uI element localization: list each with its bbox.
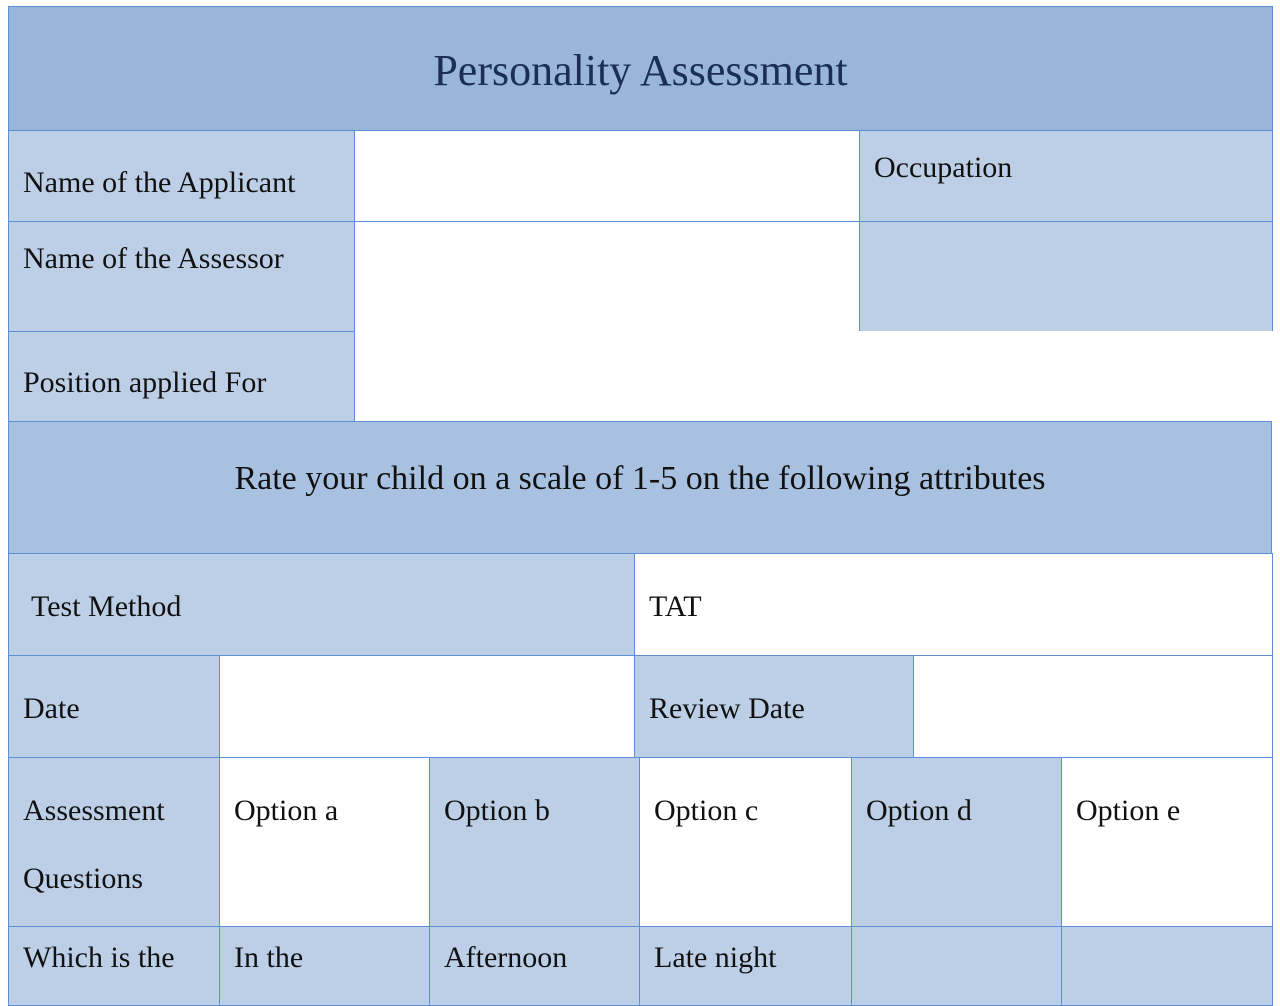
occupation-value-cell	[859, 221, 1273, 332]
option-d-header: Option d	[851, 757, 1062, 927]
form-header: Personality Assessment	[8, 6, 1273, 131]
questions-header-label-cell: Assessment Questions	[8, 757, 220, 927]
answer-d-cell[interactable]	[851, 926, 1062, 1006]
option-c-header: Option c	[639, 757, 852, 927]
applicant-field-cell	[354, 130, 860, 222]
section-title: Rate your child on a scale of 1-5 on the…	[234, 460, 1046, 497]
occupation-input[interactable]	[860, 222, 1272, 331]
test-method-value-cell: TAT	[634, 553, 1273, 656]
position-label-cell: Position applied For	[8, 331, 355, 422]
form-title: Personality Assessment	[433, 46, 848, 95]
option-c-label: Option c	[654, 794, 759, 827]
review-date-input[interactable]	[914, 656, 1272, 757]
answer-a-text: In the	[234, 941, 304, 974]
option-a-header: Option a	[219, 757, 430, 927]
occupation-label: Occupation	[874, 151, 1013, 184]
option-d-label: Option d	[866, 794, 972, 827]
applicant-label: Name of the Applicant	[23, 166, 296, 199]
option-b-label: Option b	[444, 794, 550, 827]
review-date-field-cell	[913, 655, 1273, 758]
applicant-name-input[interactable]	[355, 131, 859, 221]
assessor-field-cell	[354, 221, 860, 332]
question-text: Which is the	[23, 941, 175, 974]
date-label: Date	[23, 692, 80, 725]
date-field-cell	[219, 655, 635, 758]
option-b-header: Option b	[429, 757, 640, 927]
review-date-label: Review Date	[649, 692, 805, 725]
test-method-label-cell: Test Method	[8, 553, 635, 656]
assessor-label: Name of the Assessor	[23, 242, 284, 275]
answer-e-cell[interactable]	[1061, 926, 1273, 1006]
date-label-cell: Date	[8, 655, 220, 758]
assessor-name-input[interactable]	[355, 222, 859, 331]
questions-header-line1: Assessment	[23, 794, 165, 827]
position-label: Position applied For	[23, 366, 267, 399]
test-method-value: TAT	[649, 590, 702, 623]
option-e-header: Option e	[1061, 757, 1273, 927]
position-field-cell	[354, 331, 1273, 422]
option-a-label: Option a	[234, 794, 339, 827]
answer-c-text: Late night	[654, 941, 777, 974]
answer-c-cell[interactable]: Late night	[639, 926, 852, 1006]
answer-b-cell[interactable]: Afternoon	[429, 926, 640, 1006]
answer-a-cell[interactable]: In the	[219, 926, 430, 1006]
questions-header-line2: Questions	[23, 862, 143, 895]
section-banner: Rate your child on a scale of 1-5 on the…	[8, 421, 1272, 554]
option-e-label: Option e	[1076, 794, 1181, 827]
assessor-label-cell: Name of the Assessor	[8, 221, 355, 332]
review-date-label-cell: Review Date	[634, 655, 914, 758]
test-method-label: Test Method	[31, 590, 182, 623]
question-cell: Which is the	[8, 926, 220, 1006]
answer-b-text: Afternoon	[444, 941, 568, 974]
applicant-label-cell: Name of the Applicant	[8, 130, 355, 222]
position-input[interactable]	[355, 331, 1273, 422]
occupation-cell: Occupation	[859, 130, 1273, 222]
date-input[interactable]	[220, 656, 634, 757]
